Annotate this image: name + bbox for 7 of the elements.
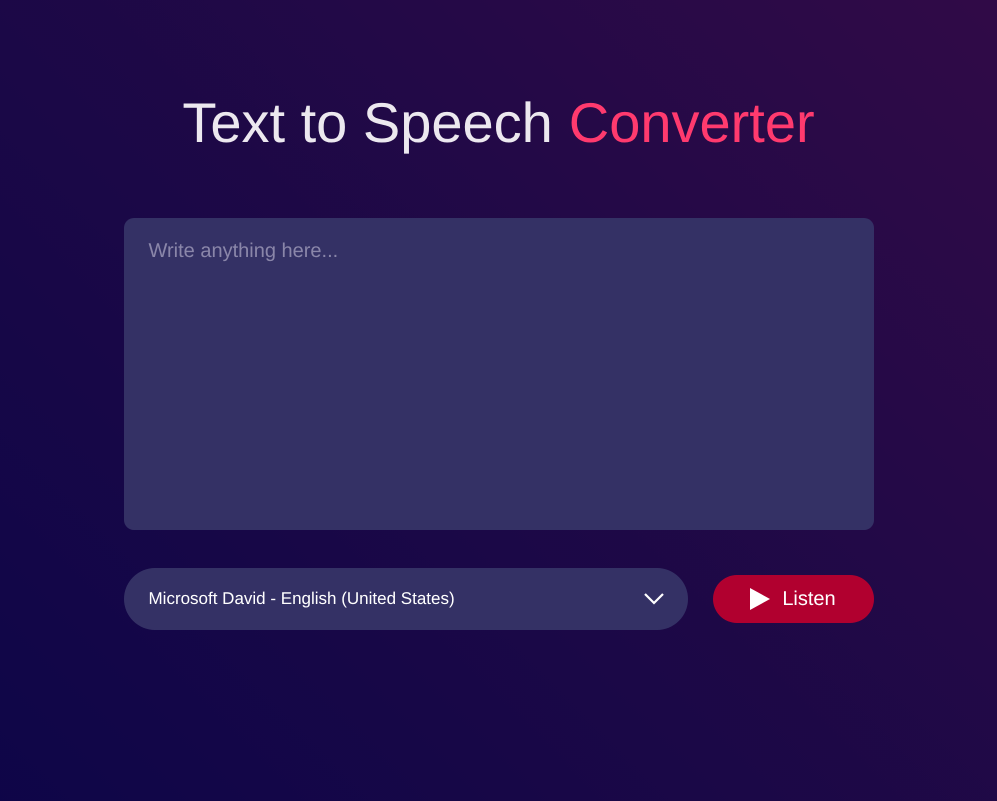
voice-dropdown[interactable]: Microsoft David - English (United States) [124, 568, 688, 630]
listen-button[interactable]: Listen [712, 575, 874, 623]
chevron-down-icon [644, 593, 664, 605]
play-icon [750, 588, 770, 610]
app-title: Text to Speech [182, 90, 553, 156]
text-input-field[interactable]: Write anything here... [124, 218, 874, 530]
app-title-highlight: Converter [568, 90, 815, 156]
